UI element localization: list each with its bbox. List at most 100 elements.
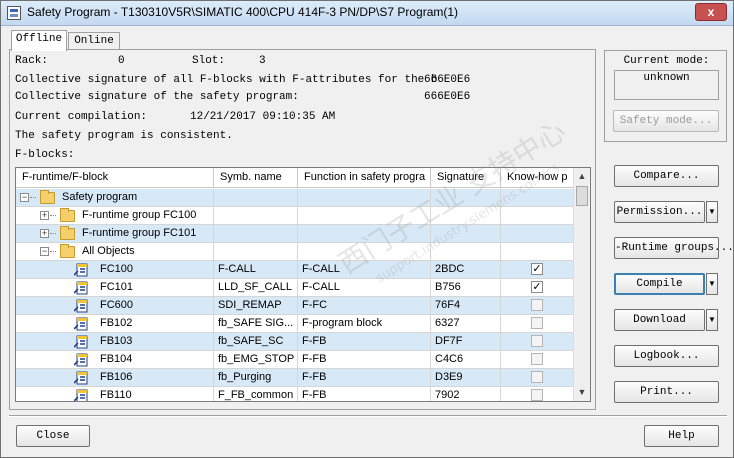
tab-offline[interactable]: Offline	[11, 30, 67, 51]
column-header-signature[interactable]: Signature	[431, 168, 501, 188]
collapse-icon[interactable]: −	[40, 247, 49, 256]
fblock-cell: FB103	[16, 333, 214, 351]
symbol-cell: fb_Purging	[214, 369, 298, 387]
signature-cell: 7902	[431, 387, 501, 401]
scroll-up-arrow-icon[interactable]: ▲	[574, 168, 590, 185]
fblock-name: FC100	[100, 263, 134, 275]
scroll-down-arrow-icon[interactable]: ▼	[574, 384, 590, 401]
table-row[interactable]: FB106 fb_Purging F-FB D3E9	[16, 369, 574, 387]
signature-cell: D3E9	[431, 369, 501, 387]
knowhow-cell	[501, 333, 574, 351]
expand-icon[interactable]: +	[40, 229, 49, 238]
function-cell: F-FB	[298, 333, 431, 351]
column-header-fblock[interactable]: F-runtime/F-block	[16, 168, 214, 188]
symbol-cell: SDI_REMAP	[214, 297, 298, 315]
compile-button[interactable]: Compile	[614, 273, 705, 295]
table-row[interactable]: FC100 F-CALL F-CALL 2BDC ✓	[16, 261, 574, 279]
fblock-name: All Objects	[82, 245, 135, 257]
knowhow-checkbox[interactable]	[531, 353, 543, 365]
scroll-thumb[interactable]	[576, 186, 588, 206]
fblock-icon	[74, 263, 88, 277]
runtime-groups-button[interactable]: -Runtime groups...	[614, 237, 734, 259]
fblock-cell: FB104	[16, 351, 214, 369]
print-button[interactable]: Print...	[614, 381, 719, 403]
knowhow-checkbox[interactable]	[531, 389, 543, 401]
function-cell: F-FC	[298, 297, 431, 315]
knowhow-cell	[501, 225, 574, 243]
knowhow-checkbox[interactable]	[531, 371, 543, 383]
knowhow-checkbox[interactable]	[531, 317, 543, 329]
consistency-status: The safety program is consistent.	[15, 130, 233, 142]
window-close-button[interactable]: x	[695, 3, 727, 21]
permission-button[interactable]: Permission...	[614, 201, 705, 223]
signature-cell: DF7F	[431, 333, 501, 351]
knowhow-cell: ✓	[501, 279, 574, 297]
symbol-cell: fb_EMG_STOP	[214, 351, 298, 369]
knowhow-cell	[501, 387, 574, 401]
signature-cell	[431, 243, 501, 261]
slot-label: Slot:	[192, 55, 226, 67]
logbook-button[interactable]: Logbook...	[614, 345, 719, 367]
fblock-icon	[74, 299, 88, 313]
signature-cell	[431, 189, 501, 207]
current-mode-value: unknown	[614, 70, 719, 100]
column-header-function[interactable]: Function in safety progra	[298, 168, 431, 188]
column-header-knowhow[interactable]: Know-how p	[501, 168, 574, 188]
fblock-icon	[74, 335, 88, 349]
symbol-cell: F-CALL	[214, 261, 298, 279]
table-row[interactable]: FC101 LLD_SF_CALL F-CALL B756 ✓	[16, 279, 574, 297]
table-row[interactable]: FB110 F_FB_common F-FB 7902	[16, 387, 574, 401]
compile-dropdown-arrow-icon[interactable]: ▼	[706, 273, 718, 295]
signature-cell: B756	[431, 279, 501, 297]
expand-icon[interactable]: +	[40, 211, 49, 220]
knowhow-checkbox[interactable]	[531, 299, 543, 311]
title-bar: Safety Program - T130310V5R\SIMATIC 400\…	[1, 1, 733, 26]
function-cell: F-FB	[298, 351, 431, 369]
tree-connector	[50, 233, 56, 234]
symbol-cell	[214, 207, 298, 225]
function-cell: F-program block	[298, 315, 431, 333]
safety-mode-button[interactable]: Safety mode...	[613, 110, 719, 132]
table-row[interactable]: FB103 fb_SAFE_SC F-FB DF7F	[16, 333, 574, 351]
table-row[interactable]: + F-runtime group FC100	[16, 207, 574, 225]
fblock-name: Safety program	[62, 191, 138, 203]
help-button[interactable]: Help	[644, 425, 719, 447]
table-row[interactable]: FB102 fb_SAFE SIG... F-program block 6327	[16, 315, 574, 333]
fblock-name: FC101	[100, 281, 134, 293]
table-row[interactable]: − All Objects	[16, 243, 574, 261]
fblock-icon	[74, 317, 88, 331]
download-dropdown-arrow-icon[interactable]: ▼	[706, 309, 718, 331]
fblock-name: FB102	[100, 317, 133, 329]
knowhow-checkbox[interactable]: ✓	[531, 281, 543, 293]
function-cell: F-FB	[298, 369, 431, 387]
fblock-name: FB103	[100, 335, 133, 347]
close-button[interactable]: Close	[16, 425, 90, 447]
download-button[interactable]: Download	[614, 309, 705, 331]
table-row[interactable]: FC600 SDI_REMAP F-FC 76F4	[16, 297, 574, 315]
column-header-symbol[interactable]: Symb. name	[214, 168, 298, 188]
knowhow-checkbox[interactable]	[531, 335, 543, 347]
fblock-cell: + F-runtime group FC100	[16, 207, 214, 225]
symbol-cell	[214, 189, 298, 207]
permission-dropdown-arrow-icon[interactable]: ▼	[706, 201, 718, 223]
fblock-name: FC600	[100, 299, 134, 311]
fblock-cell: − All Objects	[16, 243, 214, 261]
collective-program-label: Collective signature of the safety progr…	[15, 91, 299, 103]
tree-connector	[50, 215, 56, 216]
function-cell	[298, 243, 431, 261]
table-row[interactable]: + F-runtime group FC101	[16, 225, 574, 243]
fblock-name: F-runtime group FC101	[82, 227, 197, 239]
signature-cell: 2BDC	[431, 261, 501, 279]
collective-fblocks-value: 666E0E6	[424, 74, 471, 86]
table-vertical-scrollbar[interactable]: ▲ ▼	[573, 168, 590, 401]
slot-value: 3	[259, 55, 266, 67]
table-row[interactable]: − Safety program	[16, 189, 574, 207]
function-cell: F-CALL	[298, 279, 431, 297]
compare-button[interactable]: Compare...	[614, 165, 719, 187]
collapse-icon[interactable]: −	[20, 193, 29, 202]
knowhow-cell	[501, 189, 574, 207]
table-row[interactable]: FB104 fb_EMG_STOP F-FB C4C6	[16, 351, 574, 369]
symbol-cell	[214, 225, 298, 243]
current-mode-label: Current mode:	[623, 55, 710, 67]
knowhow-checkbox[interactable]: ✓	[531, 263, 543, 275]
